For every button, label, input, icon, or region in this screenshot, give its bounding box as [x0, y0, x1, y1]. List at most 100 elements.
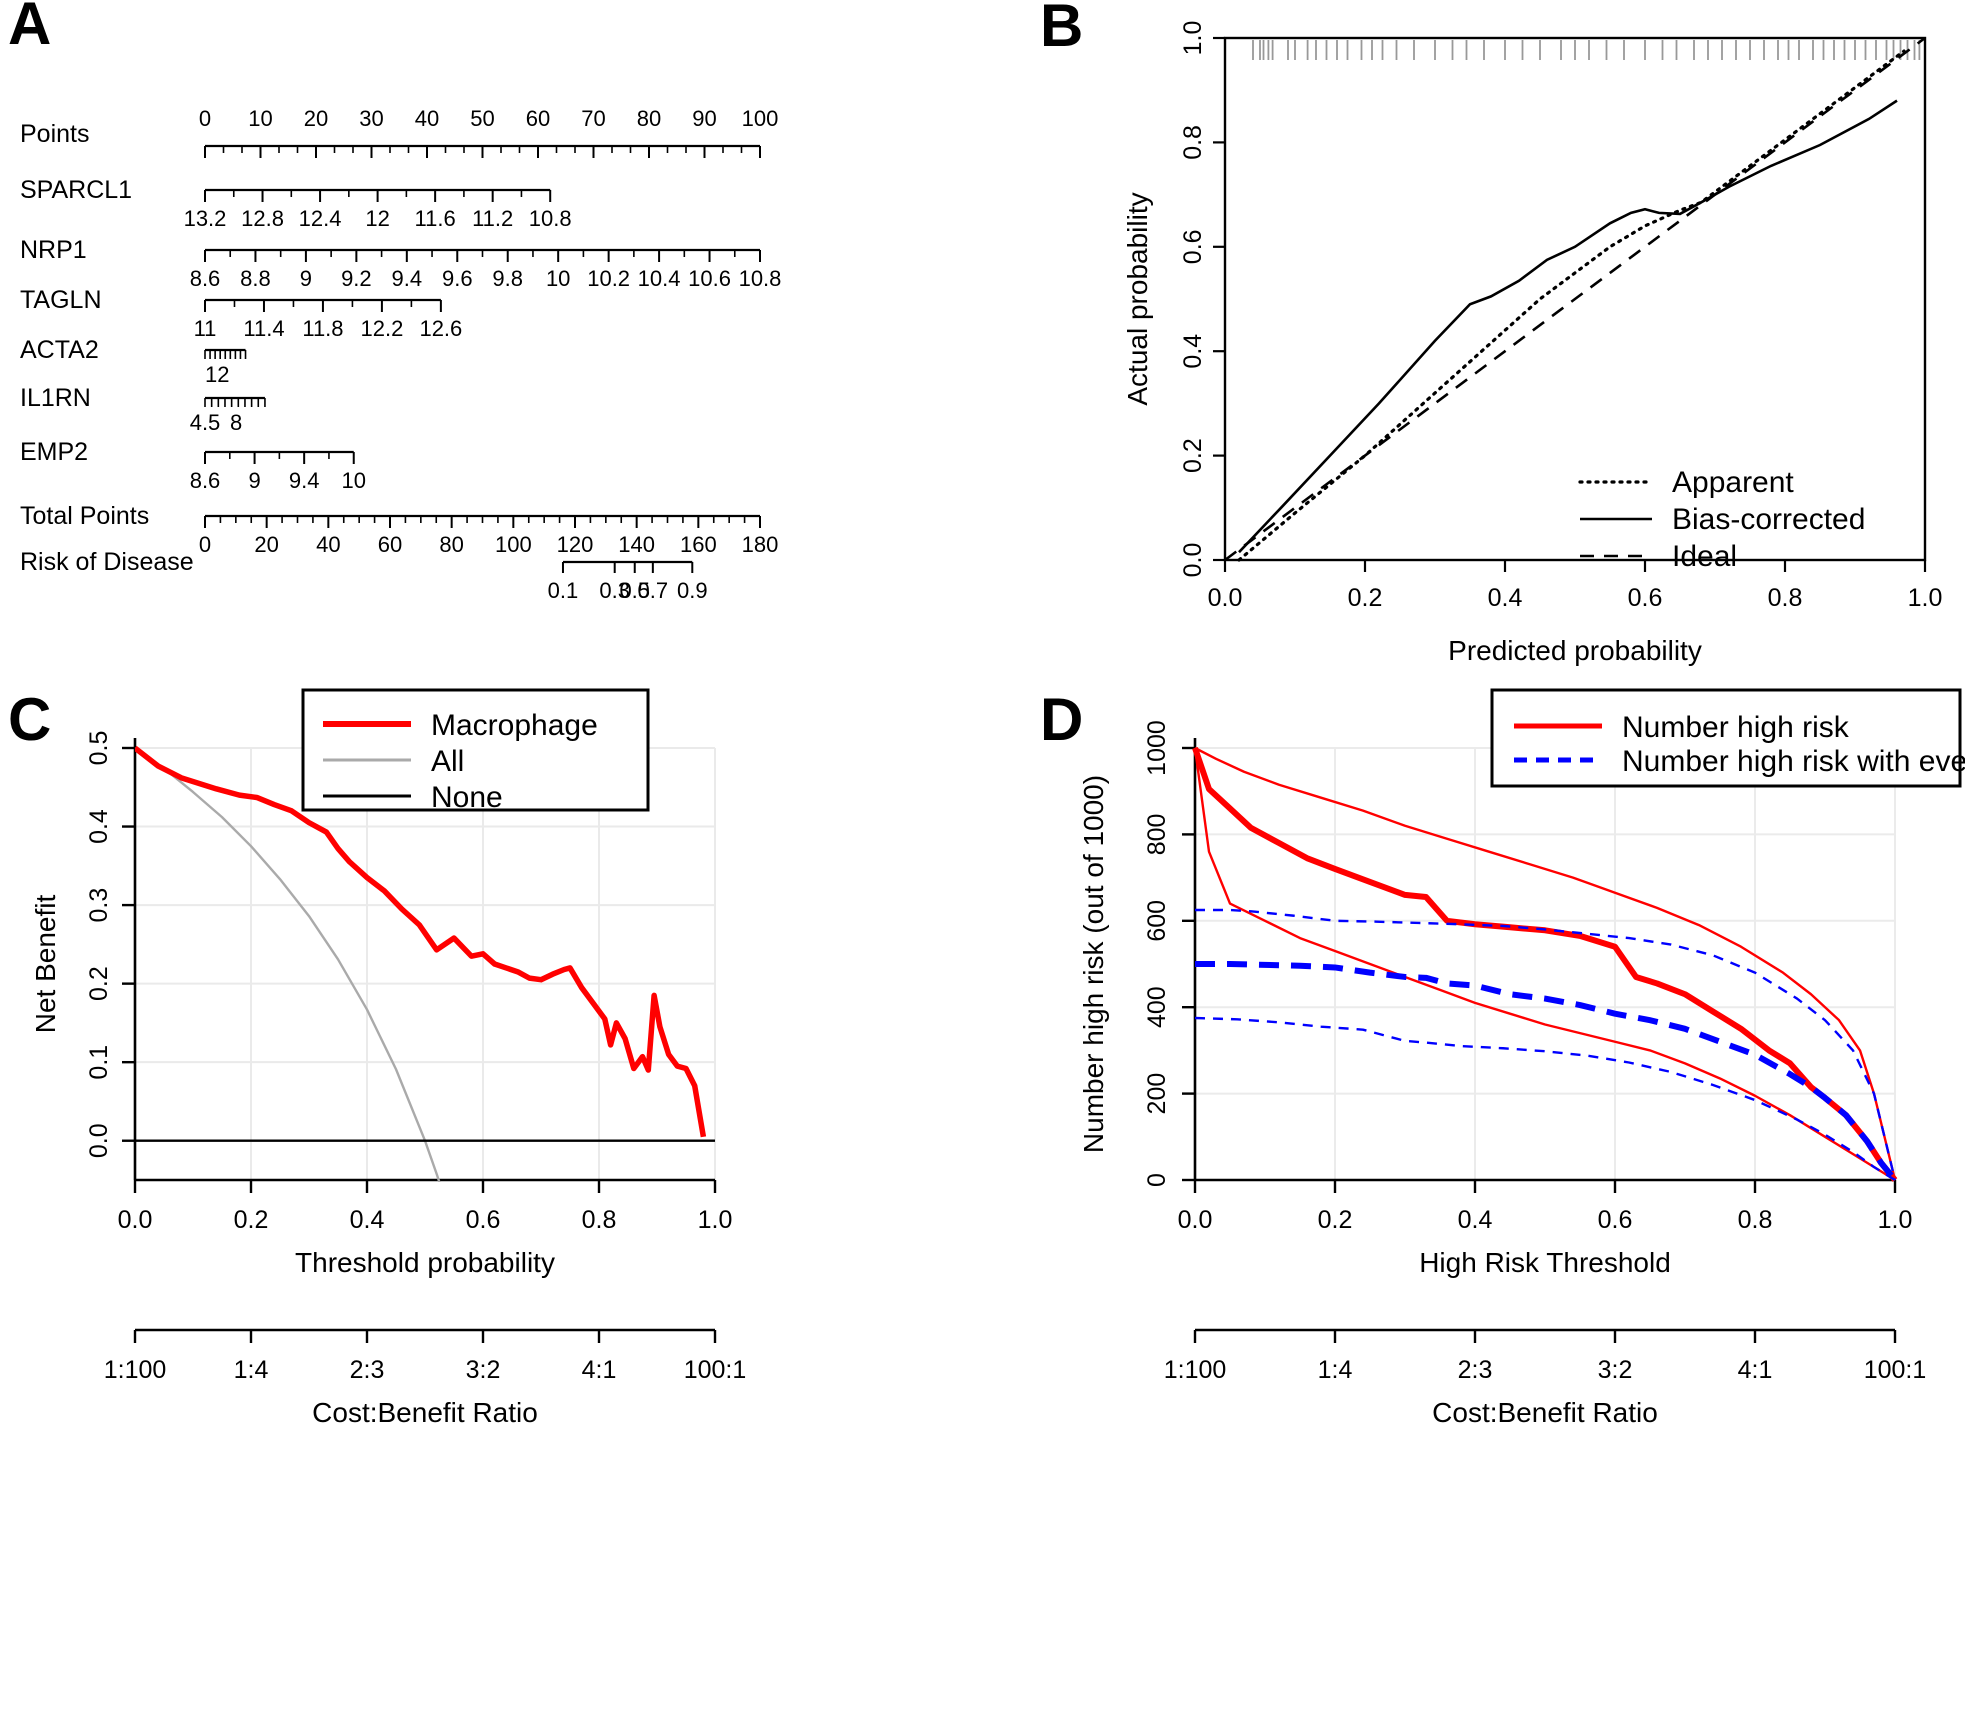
x-tick-label: 0.2 [1318, 1206, 1353, 1234]
nomogram-row-acta2: ACTA2 12 [20, 336, 247, 387]
nomogram-row-label: Risk of Disease [20, 548, 194, 576]
nomogram-tick-label: 0 [199, 532, 211, 557]
x-tick-label: 0.6 [466, 1206, 501, 1234]
nomogram-row-tagln: TAGLN 11 11.4 11.8 12.2 12.6 [20, 286, 462, 341]
nomogram-row-il1rn: IL1RN 4.5 8 [20, 384, 266, 435]
series-event-lower-ci [1194, 1016, 1896, 1182]
nomogram-tick-label: 11.8 [302, 316, 343, 341]
y-tick-label: 0.3 [85, 888, 113, 923]
legend: Apparent Bias-corrected Ideal [1578, 466, 1865, 573]
nomogram-tick-label: 10.4 [638, 266, 681, 291]
secondary-x-tick-label: 4:1 [582, 1356, 617, 1384]
x-tick-label: 0.2 [234, 1206, 269, 1234]
nomogram-tick-label: 50 [470, 106, 494, 131]
y-axis-label: Number high risk (out of 1000) [1078, 775, 1109, 1153]
nomogram-tick-label: 0.9 [677, 578, 708, 603]
secondary-x-tick-label: 4:1 [1738, 1356, 1773, 1384]
nomogram-row-emp2: EMP2 8.6 9 9.4 10 [20, 438, 366, 493]
y-tick-label: 1000 [1143, 720, 1171, 776]
panel-letter-b: B [1040, 0, 1084, 59]
secondary-x-tick-label: 100:1 [1864, 1356, 1927, 1384]
y-tick-label: 0.0 [1179, 543, 1207, 578]
nomogram-tick-label: 4.5 [190, 410, 221, 435]
nomogram-tick-label: 12.4 [299, 206, 342, 231]
four-panel-figure: A Points 0 10 20 30 40 50 60 70 80 90 100 SPARCL1 13.… [0, 0, 1965, 1733]
nomogram-tick-label: 10 [248, 106, 272, 131]
x-axis-label: High Risk Threshold [1419, 1247, 1671, 1278]
series-number-high-risk-with-event [1195, 961, 1898, 1182]
nomogram-tick-label: 11.4 [243, 316, 284, 341]
nomogram-tick-label: 60 [378, 532, 402, 557]
y-tick-label: 0.2 [1179, 438, 1207, 473]
x-tick-label: 0.0 [118, 1206, 153, 1234]
y-tick-label: 1.0 [1179, 21, 1207, 56]
legend-label: Bias-corrected [1672, 503, 1865, 536]
secondary-x-axis-label: Cost:Benefit Ratio [312, 1397, 538, 1428]
x-tick-label: 0.6 [1628, 584, 1663, 612]
legend-label: Number high risk with event [1622, 745, 1965, 778]
nomogram-tick-label: 70 [581, 106, 605, 131]
y-tick-label: 0.5 [85, 731, 113, 766]
nomogram-tick-label: 10.8 [739, 266, 782, 291]
nomogram-tick-label: 100 [742, 106, 779, 131]
x-tick-label: 0.2 [1348, 584, 1383, 612]
nomogram-tick-label: 12.8 [241, 206, 284, 231]
series-event-upper-ci [1195, 908, 1897, 1181]
nomogram-tick-label: 10 [341, 468, 365, 493]
nomogram-row-nrp1: NRP1 8.6 8.8 9 9.2 9.4 9.6 9.8 10 10.2 10.4 10.6 10.… [20, 236, 781, 291]
y-tick-label: 0.8 [1179, 125, 1207, 160]
x-tick-label: 0.4 [1488, 584, 1523, 612]
y-tick-label: 400 [1143, 986, 1171, 1028]
nomogram-tick-label: 10.8 [529, 206, 572, 231]
y-tick-label: 200 [1143, 1073, 1171, 1115]
nomogram-tick-label: 9.4 [289, 468, 320, 493]
nomogram-tick-label: 9.6 [442, 266, 473, 291]
nomogram-tick-label: 60 [526, 106, 550, 131]
secondary-x-tick-label: 3:2 [1598, 1356, 1633, 1384]
panel-letter-a: A [8, 0, 52, 57]
x-tick-label: 0.0 [1208, 584, 1243, 612]
nomogram-tick-label: 9 [248, 468, 260, 493]
panel-d-high-risk: D 0 200 400 600 800 1000 0.0 0.2 0.4 0.6 0.8 1.0 Hig… [1020, 688, 1965, 1733]
nomogram-tick-label: 12.2 [360, 316, 403, 341]
nomogram-tick-label: 11.2 [472, 206, 513, 231]
nomogram-tick-label: 10.2 [587, 266, 630, 291]
nomogram-svg: Points0 10 20 30 40 50 60 70 80 90 100SPARCL113.2 1… [20, 106, 781, 603]
legend-label: Macrophage [431, 709, 598, 742]
y-tick-label: 0.1 [85, 1045, 113, 1080]
nomogram-tick-label: 180 [742, 532, 779, 557]
secondary-x-tick-label: 2:3 [350, 1356, 385, 1384]
nomogram-row-label: IL1RN [20, 384, 91, 412]
nomogram-row-label: Points [20, 120, 89, 148]
y-tick-label: 0.4 [1179, 334, 1207, 369]
x-tick-label: 1.0 [698, 1206, 733, 1234]
nomogram-tick-label: 8.6 [190, 266, 221, 291]
nomogram-tick-label: 9.8 [492, 266, 523, 291]
x-tick-label: 0.0 [1178, 1206, 1213, 1234]
nomogram-tick-label: 140 [618, 532, 655, 557]
legend-label: Number high risk [1622, 711, 1850, 744]
x-tick-label: 0.4 [1458, 1206, 1493, 1234]
decision-curve-svg: 0.0 0.1 0.2 0.3 0.4 0.5 0.0 0.2 0.4 0.6 0.8 1.0 Thre… [30, 688, 746, 1428]
nomogram-tick-label: 12 [365, 206, 389, 231]
x-tick-label: 0.8 [1768, 584, 1803, 612]
x-tick-label: 0.6 [1598, 1206, 1633, 1234]
y-axis-label: Actual probability [1122, 192, 1153, 405]
legend-label: Ideal [1672, 540, 1737, 573]
y-tick-label: 0.2 [85, 966, 113, 1001]
x-tick-label: 0.4 [350, 1206, 385, 1234]
y-tick-label: 0.6 [1179, 229, 1207, 264]
secondary-x-tick-label: 3:2 [466, 1356, 501, 1384]
nomogram-tick-label: 8.8 [240, 266, 271, 291]
x-tick-label: 1.0 [1878, 1206, 1913, 1234]
x-axis-label: Predicted probability [1448, 635, 1702, 666]
x-tick-label: 0.8 [1738, 1206, 1773, 1234]
nomogram-row-label: Total Points [20, 502, 149, 530]
gridlines [134, 747, 716, 1180]
panel-c-decision-curve: C 0.0 0.1 0.2 0.3 0.4 0.5 0.0 0.2 0.4 0.6 0.8 1.0 Th… [0, 688, 990, 1733]
nomogram-row-points: Points 0 10 20 30 40 50 60 70 80 90 100 [20, 106, 778, 158]
nomogram-tick-label: 20 [304, 106, 328, 131]
x-tick-label: 0.8 [582, 1206, 617, 1234]
nomogram-tick-label: 11 [194, 316, 217, 341]
nomogram-tick-label: 30 [359, 106, 383, 131]
